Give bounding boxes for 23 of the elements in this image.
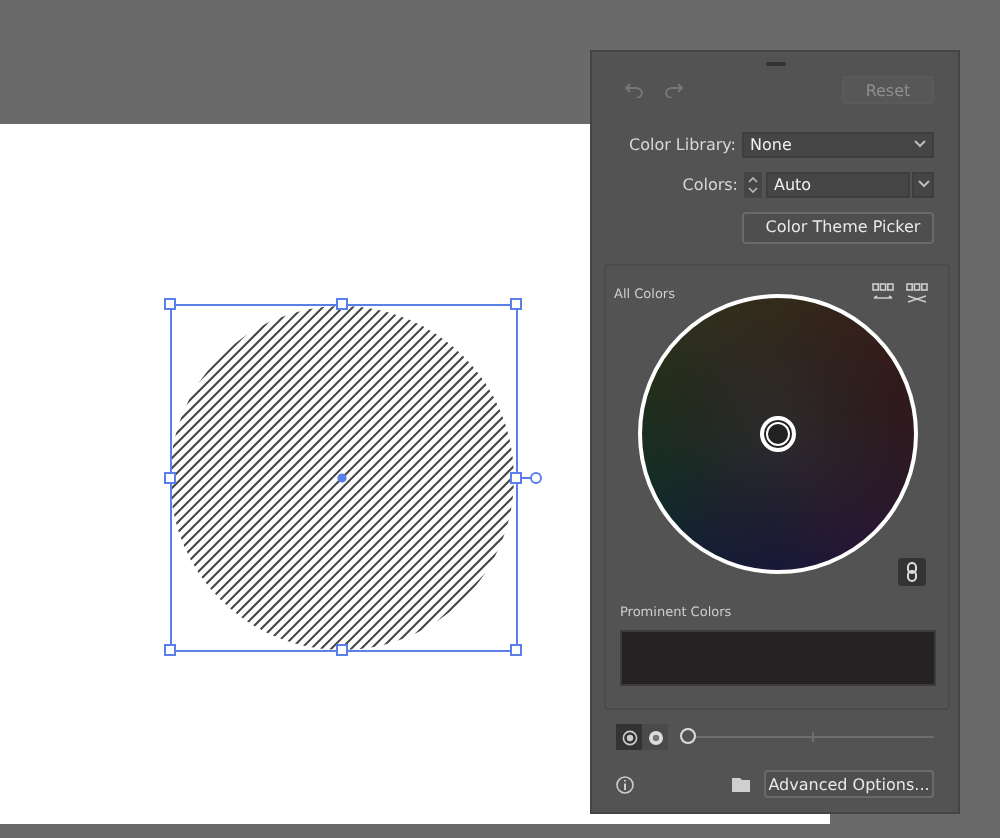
chain-link-icon [906,562,918,582]
radial-icon [621,729,637,745]
chevron-icon [914,140,926,148]
color-library-label: Color Library: [628,135,736,153]
segment-icon [647,729,663,745]
stepper-icon[interactable] [744,171,762,197]
info-icon[interactable] [616,775,634,793]
color-library-select[interactable]: None [742,131,934,157]
colors-select[interactable]: Auto [766,171,910,197]
slider-thumb[interactable] [680,728,696,744]
color-theme-picker-button[interactable]: Color Theme Picker [742,211,934,243]
colors-label: Colors: [682,175,738,193]
wheel-marker[interactable] [759,416,795,452]
prominent-colors-swatch[interactable] [620,630,936,686]
link-button[interactable] [898,558,926,586]
shuffle-icon[interactable] [906,282,928,304]
view-mode-button[interactable] [642,724,668,750]
chevron-icon [917,180,929,188]
colors-dropdown-button[interactable] [912,171,934,197]
advanced-options-button[interactable]: Advanced Options... [764,770,934,798]
folder-icon[interactable] [732,777,750,791]
spread-icon[interactable] [872,282,894,304]
view-mode-button[interactable] [616,724,642,750]
